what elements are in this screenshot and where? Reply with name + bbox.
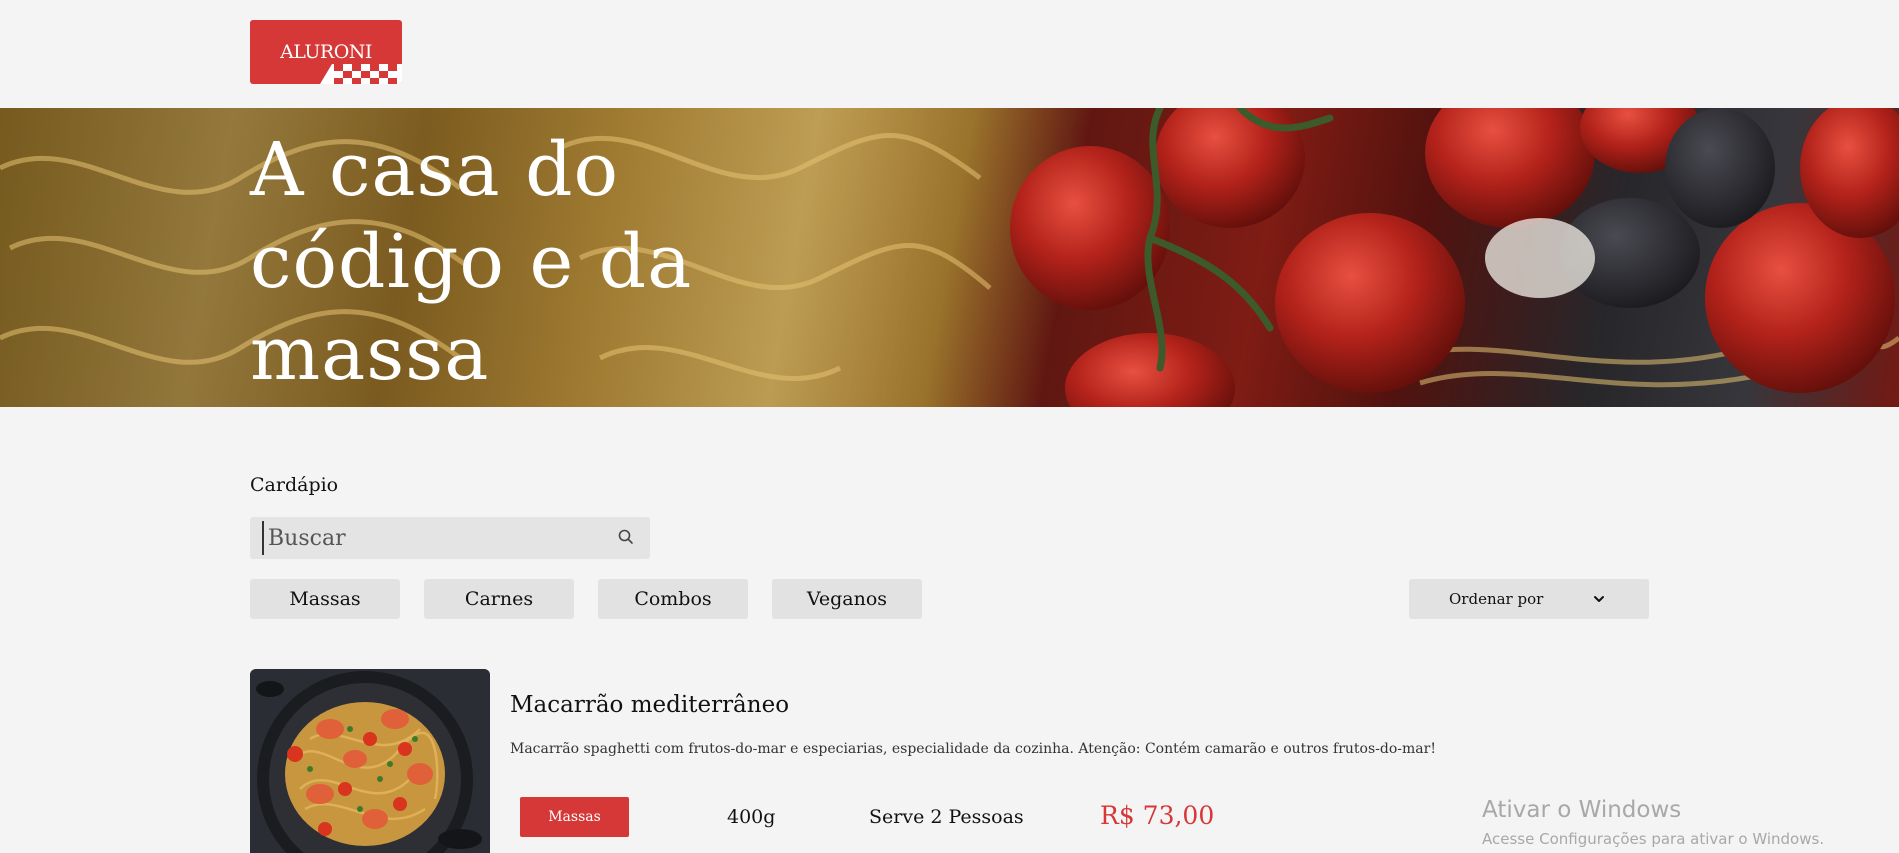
item-category-tag: Massas — [520, 797, 629, 837]
pasta-dish-image — [250, 669, 490, 853]
search-box[interactable] — [250, 517, 650, 559]
filter-massas-button[interactable]: Massas — [250, 579, 400, 619]
item-size: 400g — [727, 806, 776, 828]
hero-title: A casa do código e da massa — [250, 124, 770, 400]
item-title: Macarrão mediterrâneo — [510, 692, 790, 718]
filter-veganos-button[interactable]: Veganos — [772, 579, 922, 619]
aluroni-logo[interactable]: ALURONI — [250, 20, 402, 84]
logo-text: ALURONI — [280, 41, 372, 63]
item-serves: Serve 2 Pessoas — [869, 806, 1024, 828]
chevron-down-icon — [1594, 596, 1604, 602]
hero-title-line: massa — [250, 311, 490, 397]
site-header: ALURONI — [0, 0, 1899, 108]
hero-title-line: código e da — [250, 219, 693, 305]
sort-label: Ordenar por — [1449, 590, 1544, 608]
windows-activation-subtitle: Acesse Configurações para ativar o Windo… — [1482, 830, 1825, 848]
logo-checker-pattern — [320, 64, 402, 84]
filter-carnes-button[interactable]: Carnes — [424, 579, 574, 619]
item-description: Macarrão spaghetti com frutos-do-mar e e… — [510, 741, 1436, 757]
search-input[interactable] — [262, 521, 612, 555]
hero-banner: A casa do código e da massa — [0, 108, 1899, 407]
item-price: R$ 73,00 — [1100, 801, 1215, 830]
windows-activation-title: Ativar o Windows — [1482, 797, 1682, 823]
search-icon[interactable] — [617, 528, 635, 546]
sort-dropdown[interactable]: Ordenar por — [1409, 579, 1649, 619]
hero-title-line: A casa do — [250, 127, 620, 213]
filter-combos-button[interactable]: Combos — [598, 579, 748, 619]
item-image — [250, 669, 490, 853]
menu-label: Cardápio — [250, 474, 339, 496]
